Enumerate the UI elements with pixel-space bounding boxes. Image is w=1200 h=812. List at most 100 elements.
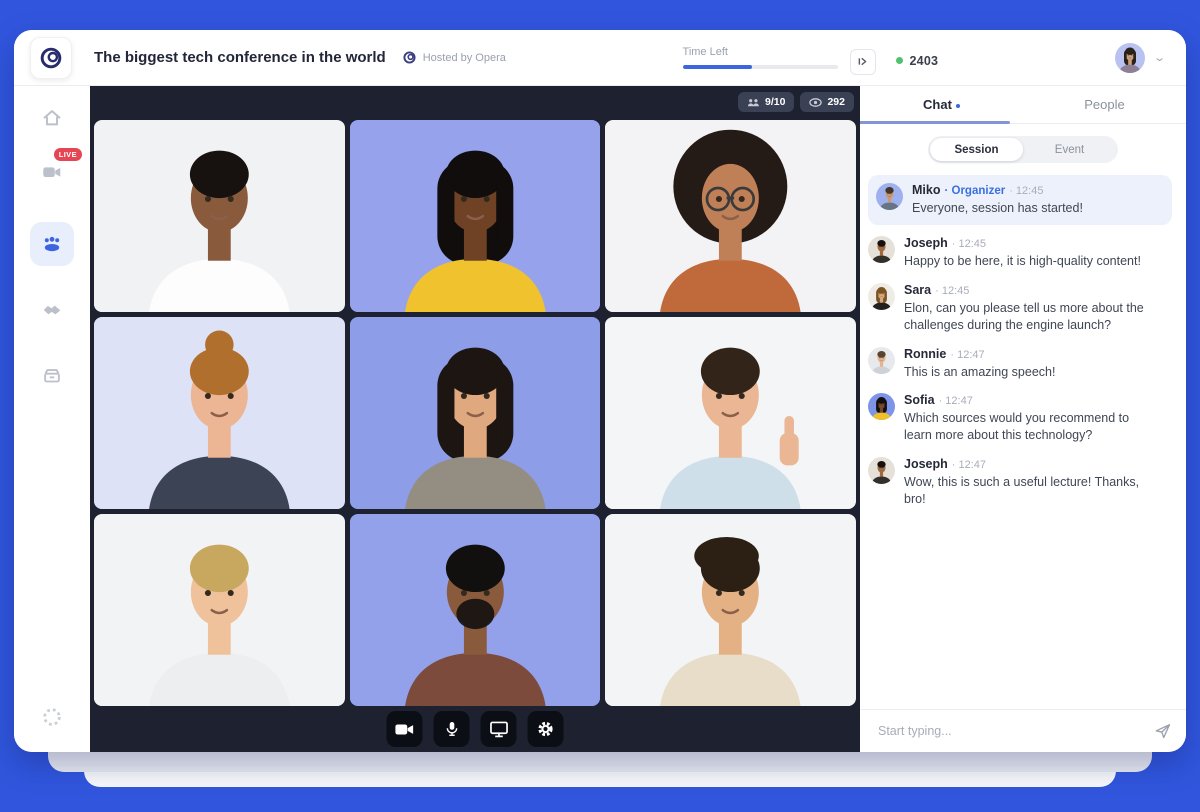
spinner-icon bbox=[41, 706, 63, 728]
participant-video-2[interactable] bbox=[350, 120, 601, 312]
send-button[interactable] bbox=[1154, 722, 1172, 740]
segment-session[interactable]: Session bbox=[930, 138, 1023, 161]
participant-video-9[interactable] bbox=[605, 514, 856, 706]
sidebar-item-sessions[interactable] bbox=[30, 222, 74, 266]
message-text: Everyone, session has started! bbox=[912, 200, 1083, 217]
message-body: Ronnie · 12:47 This is an amazing speech… bbox=[904, 347, 1055, 381]
message-header: Sara · 12:45 bbox=[904, 283, 1156, 297]
participant-video-5[interactable] bbox=[350, 317, 601, 509]
message-header: Joseph · 12:47 bbox=[904, 457, 1156, 471]
hosted-by-label: Hosted by Opera bbox=[423, 52, 506, 64]
message-author: Miko bbox=[912, 183, 940, 197]
participant-video-1[interactable] bbox=[94, 120, 345, 312]
user-menu[interactable]: ⌄ bbox=[1115, 43, 1164, 73]
tab-chat[interactable]: Chat bbox=[860, 86, 1023, 123]
chat-input-bar bbox=[860, 709, 1186, 752]
participant-video-8[interactable] bbox=[350, 514, 601, 706]
time-left: Time Left bbox=[683, 46, 838, 69]
sidebar-item-stage[interactable]: LIVE bbox=[30, 152, 74, 192]
message-body: Sara · 12:45 Elon, can you please tell u… bbox=[904, 283, 1156, 334]
sidebar: LIVE bbox=[14, 86, 90, 752]
hosted-by: Hosted by Opera bbox=[402, 50, 506, 65]
message-role-badge: · Organizer bbox=[944, 185, 1005, 197]
chevron-down-icon: ⌄ bbox=[1153, 51, 1166, 64]
home-icon bbox=[41, 107, 63, 129]
screen-share-button[interactable] bbox=[481, 711, 517, 747]
message-time: · 12:45 bbox=[952, 238, 986, 250]
message-avatar bbox=[868, 457, 895, 484]
online-counter: 2403 bbox=[896, 54, 939, 68]
online-count: 2403 bbox=[910, 54, 939, 68]
chat-message: Miko · Organizer · 12:45 Everyone, sessi… bbox=[868, 175, 1172, 225]
message-body: Joseph · 12:45 Happy to be here, it is h… bbox=[904, 236, 1141, 270]
message-text: This is an amazing speech! bbox=[904, 364, 1055, 381]
camera-icon bbox=[395, 722, 415, 737]
stage-status-bar: 9/10 292 bbox=[94, 86, 854, 118]
message-time: · 12:45 bbox=[1009, 185, 1043, 197]
app-window: The biggest tech conference in the world… bbox=[14, 30, 1186, 752]
chat-message: Sara · 12:45 Elon, can you please tell u… bbox=[868, 283, 1172, 334]
sidebar-spinner bbox=[14, 706, 90, 728]
chat-message: Ronnie · 12:47 This is an amazing speech… bbox=[868, 347, 1172, 381]
sidebar-item-networking[interactable] bbox=[30, 290, 74, 330]
unread-dot bbox=[956, 104, 960, 108]
participant-video-4[interactable] bbox=[94, 317, 345, 509]
paper-plane-icon bbox=[1154, 722, 1172, 740]
message-avatar bbox=[868, 236, 895, 263]
participant-video-7[interactable] bbox=[94, 514, 345, 706]
time-left-bar bbox=[683, 65, 838, 69]
message-time: · 12:47 bbox=[952, 459, 986, 471]
call-controls bbox=[387, 711, 564, 747]
message-avatar bbox=[868, 347, 895, 374]
message-avatar bbox=[868, 283, 895, 310]
message-avatar bbox=[868, 393, 895, 420]
message-author: Joseph bbox=[904, 457, 948, 471]
message-author: Joseph bbox=[904, 236, 948, 250]
participant-video-3[interactable] bbox=[605, 120, 856, 312]
skip-button[interactable] bbox=[850, 49, 876, 75]
people-icon bbox=[40, 232, 64, 256]
stage-viewers-count: 292 bbox=[827, 96, 845, 108]
message-body: Miko · Organizer · 12:45 Everyone, sessi… bbox=[912, 183, 1083, 217]
settings-button[interactable] bbox=[528, 711, 564, 747]
message-time: · 12:47 bbox=[939, 395, 973, 407]
chat-scope-toggle: Session Event bbox=[928, 136, 1118, 163]
message-time: · 12:45 bbox=[935, 285, 969, 297]
message-avatar bbox=[876, 183, 903, 210]
chat-message: Sofia · 12:47 Which sources would you re… bbox=[868, 393, 1172, 444]
tab-chat-label: Chat bbox=[923, 97, 952, 112]
chat-tabs: Chat People bbox=[860, 86, 1186, 124]
speakers-badge: 9/10 bbox=[738, 92, 794, 112]
user-avatar[interactable] bbox=[1115, 43, 1145, 73]
handshake-icon bbox=[41, 299, 63, 321]
message-text: Wow, this is such a useful lecture! Than… bbox=[904, 474, 1156, 508]
event-title: The biggest tech conference in the world bbox=[94, 49, 386, 66]
camera-button[interactable] bbox=[387, 711, 423, 747]
time-left-fill bbox=[683, 65, 753, 69]
participant-video-6[interactable] bbox=[605, 317, 856, 509]
sidebar-item-expo[interactable] bbox=[30, 356, 74, 396]
segment-event[interactable]: Event bbox=[1023, 138, 1116, 161]
chat-input[interactable] bbox=[876, 723, 1144, 739]
microphone-button[interactable] bbox=[434, 711, 470, 747]
live-badge: LIVE bbox=[54, 148, 82, 161]
eye-icon bbox=[809, 98, 822, 107]
video-grid bbox=[94, 120, 856, 706]
message-text: Which sources would you recommend to lea… bbox=[904, 410, 1156, 444]
message-author: Ronnie bbox=[904, 347, 946, 361]
message-header: Joseph · 12:45 bbox=[904, 236, 1141, 250]
stage-panel: 9/10 292 bbox=[90, 86, 860, 752]
message-author: Sofia bbox=[904, 393, 935, 407]
message-author: Sara bbox=[904, 283, 931, 297]
header: The biggest tech conference in the world… bbox=[14, 30, 1186, 86]
sidebar-item-home[interactable] bbox=[30, 98, 74, 138]
booth-icon bbox=[41, 365, 63, 387]
message-header: Ronnie · 12:47 bbox=[904, 347, 1055, 361]
tab-people[interactable]: People bbox=[1023, 86, 1186, 123]
message-body: Joseph · 12:47 Wow, this is such a usefu… bbox=[904, 457, 1156, 508]
app-logo[interactable] bbox=[30, 37, 72, 79]
message-header: Miko · Organizer · 12:45 bbox=[912, 183, 1083, 197]
gear-icon bbox=[537, 720, 555, 738]
chat-messages: Miko · Organizer · 12:45 Everyone, sessi… bbox=[860, 165, 1186, 709]
message-time: · 12:47 bbox=[950, 349, 984, 361]
